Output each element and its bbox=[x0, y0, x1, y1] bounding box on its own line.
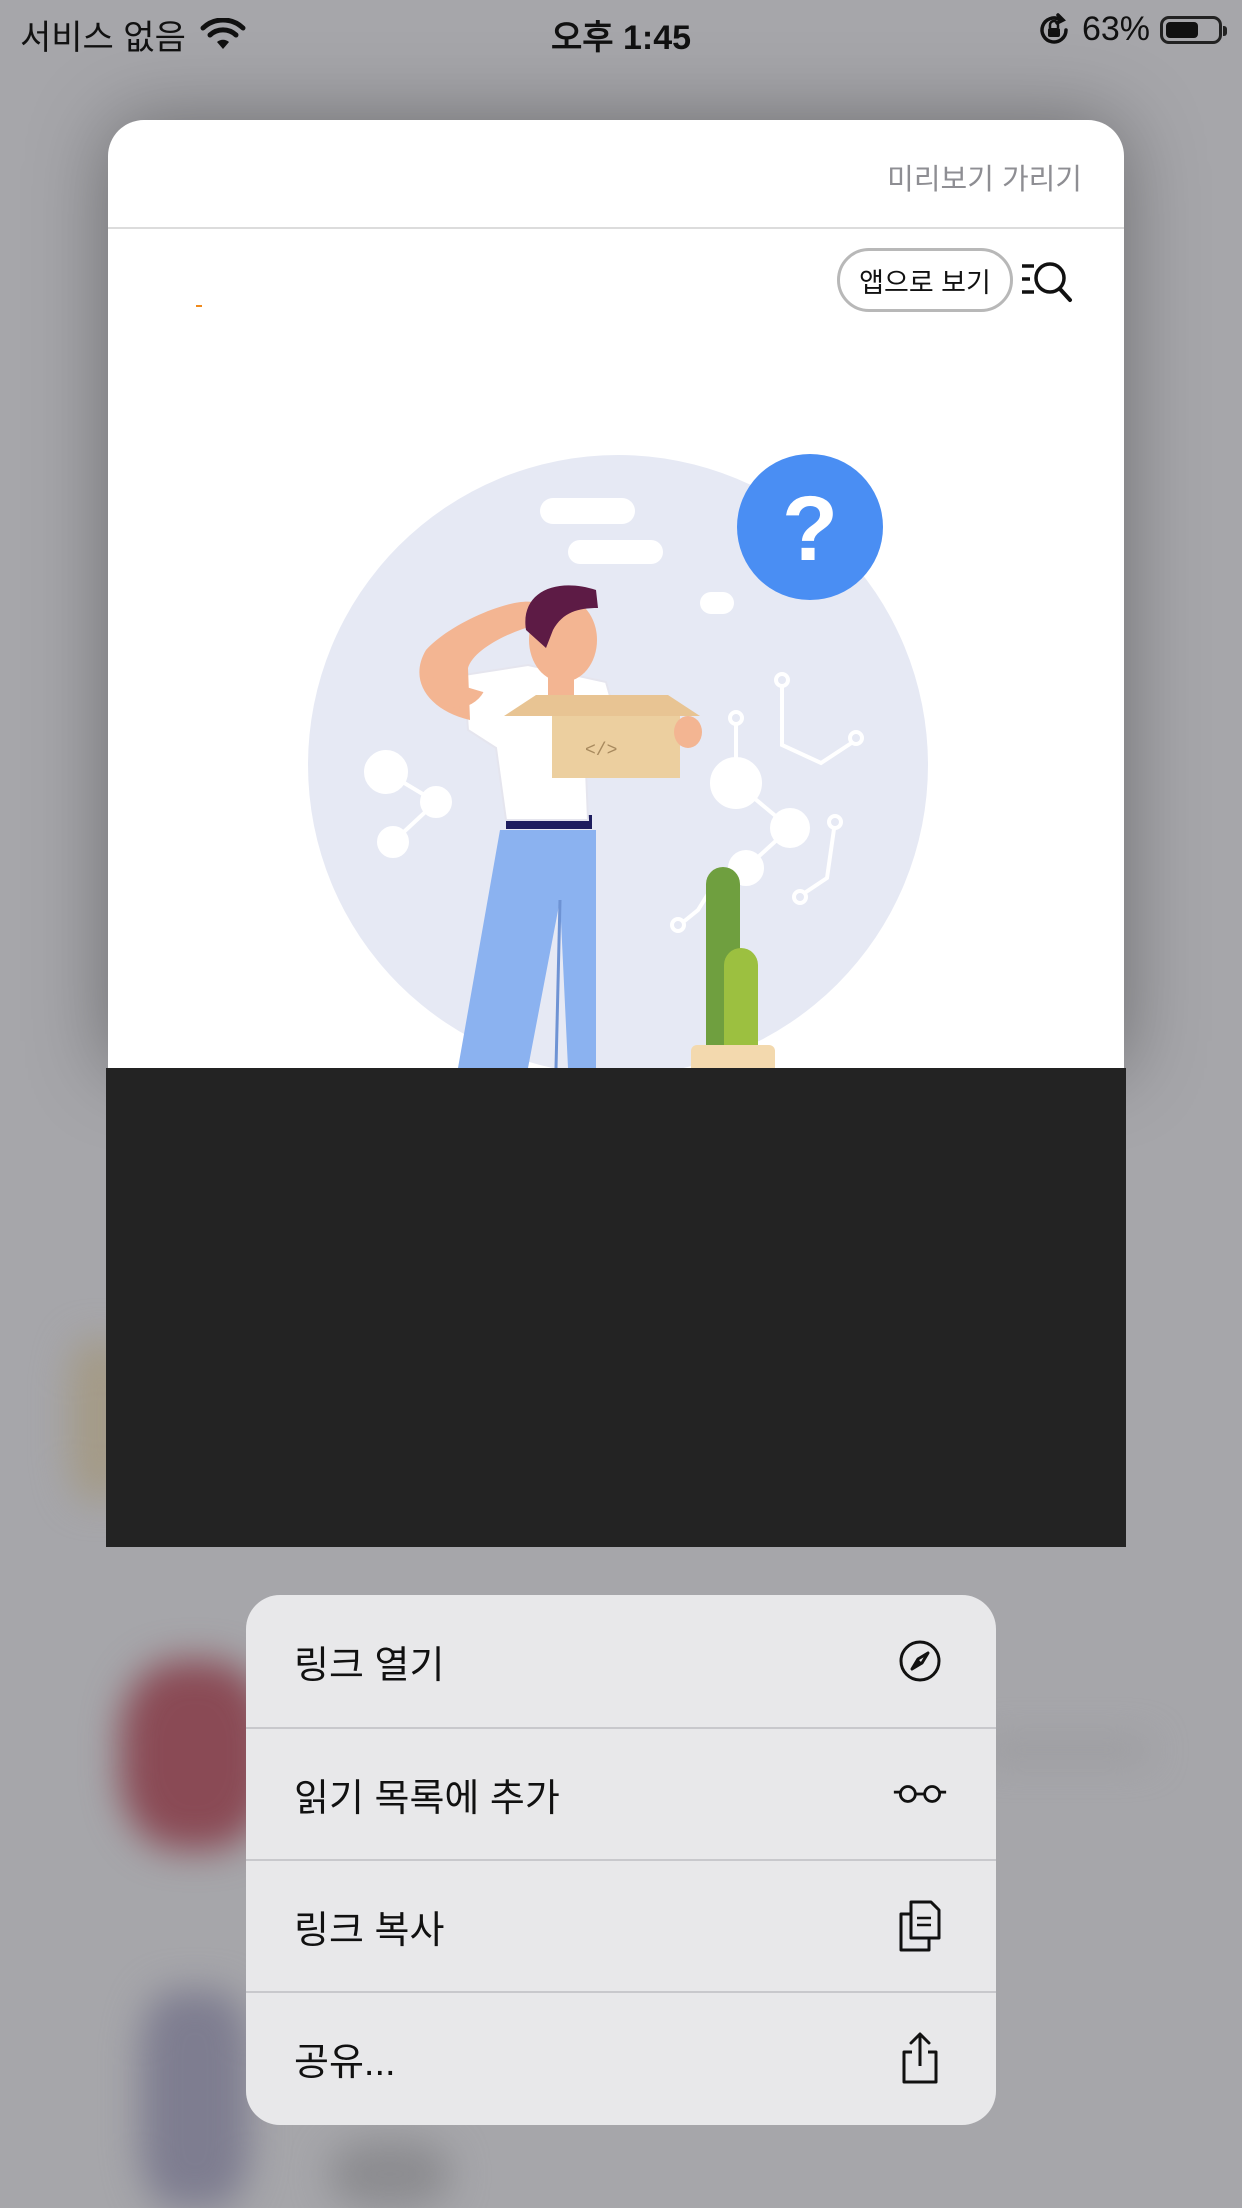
compass-icon bbox=[892, 1633, 948, 1689]
menu-item-share[interactable]: 공유... bbox=[246, 1991, 996, 2123]
menu-search-icon[interactable] bbox=[1020, 254, 1076, 306]
copy-icon bbox=[892, 1898, 948, 1954]
battery-icon bbox=[1160, 15, 1227, 44]
background-blur bbox=[980, 1740, 1150, 1760]
preview-header: 미리보기 가리기 bbox=[108, 120, 1124, 229]
battery-percent: 63% bbox=[1081, 10, 1150, 48]
menu-item-label: 링크 복사 bbox=[294, 1909, 445, 1952]
menu-item-copy-link[interactable]: 링크 복사 bbox=[246, 1859, 996, 1991]
svg-text:</>: </> bbox=[585, 741, 617, 761]
battery-fill bbox=[1166, 21, 1198, 38]
menu-item-label: 링크 열기 bbox=[294, 1644, 445, 1687]
orientation-lock-icon bbox=[1040, 12, 1068, 44]
share-icon bbox=[892, 2030, 948, 2086]
menu-item-add-reading-list[interactable]: 읽기 목록에 추가 bbox=[246, 1727, 996, 1859]
status-right: 63% bbox=[1036, 10, 1227, 49]
context-menu: 링크 열기 읽기 목록에 추가 링크 복사 공유... bbox=[246, 1595, 996, 2125]
svg-text:?: ? bbox=[782, 478, 838, 580]
view-in-app-button[interactable]: 앱으로 보기 bbox=[837, 248, 1013, 312]
background-blur bbox=[140, 1990, 250, 2208]
hide-preview-button[interactable]: 미리보기 가리기 bbox=[887, 156, 1082, 198]
background-blur bbox=[330, 2140, 450, 2208]
menu-item-label: 공유... bbox=[294, 2041, 396, 2084]
menu-item-label: 읽기 목록에 추가 bbox=[294, 1777, 560, 1820]
site-logo bbox=[196, 305, 202, 307]
menu-item-open-link[interactable]: 링크 열기 bbox=[246, 1595, 996, 1727]
status-bar: 서비스 없음 오후 1:45 63% bbox=[0, 0, 1242, 62]
link-preview[interactable]: ? </> 미리보기 가리기 앱으로 보기 bbox=[108, 120, 1124, 1068]
glasses-icon bbox=[892, 1766, 948, 1822]
preview-dark-area bbox=[106, 1068, 1126, 1547]
